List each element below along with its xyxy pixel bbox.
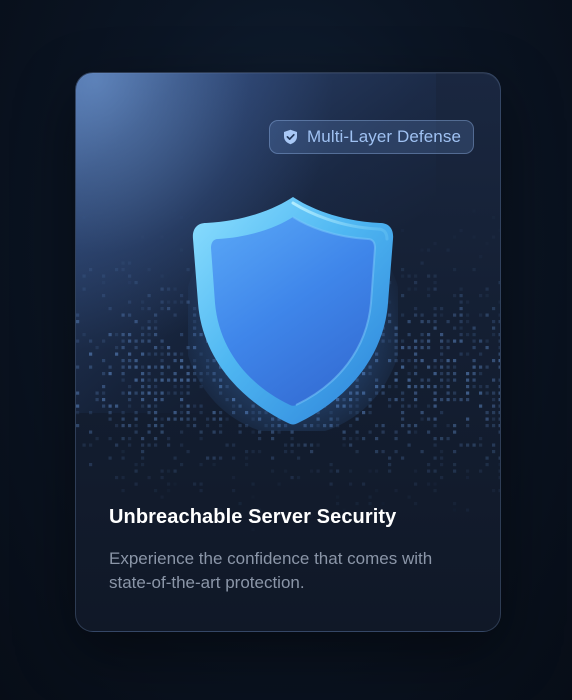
card-title: Unbreachable Server Security [109,506,397,528]
page: Multi-Layer Defense Unbreachable Server … [0,0,572,700]
badge-label: Multi-Layer Defense [307,127,462,146]
shield-check-icon [282,129,298,145]
feature-card: Multi-Layer Defense Unbreachable Server … [75,72,501,632]
shield-icon [188,197,398,431]
defense-badge: Multi-Layer Defense [269,120,475,154]
card-subtitle: Experience the confidence that comes wit… [109,549,433,592]
